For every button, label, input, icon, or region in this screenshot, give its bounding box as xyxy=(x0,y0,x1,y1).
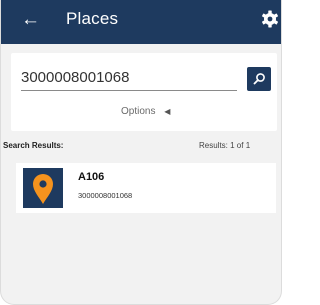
page-title: Places xyxy=(66,9,119,28)
results-header: Search Results: Results: 1 of 1 xyxy=(1,141,281,155)
back-button[interactable]: ← xyxy=(21,6,49,34)
results-label: Search Results: xyxy=(3,141,64,150)
search-panel: Options ◀ xyxy=(11,53,277,131)
app-bar: ← Places xyxy=(1,0,281,44)
results-count: Results: 1 of 1 xyxy=(199,141,251,150)
app-frame: ← Places Options ◀ xyxy=(0,0,282,305)
result-name: A106 xyxy=(78,171,105,183)
search-icon xyxy=(253,73,265,85)
search-button[interactable] xyxy=(247,67,271,91)
settings-button[interactable] xyxy=(257,6,281,32)
options-toggle[interactable]: Options ◀ xyxy=(121,106,170,120)
result-thumbnail xyxy=(23,168,63,208)
result-id: 3000008001068 xyxy=(78,191,133,200)
gear-icon xyxy=(262,10,278,28)
map-pin-icon xyxy=(33,174,53,204)
triangle-left-icon: ◀ xyxy=(164,107,171,116)
list-item[interactable]: A106 3000008001068 xyxy=(16,163,276,213)
arrow-left-icon: ← xyxy=(21,9,40,30)
options-label: Options xyxy=(121,106,156,117)
search-input[interactable] xyxy=(21,67,237,91)
